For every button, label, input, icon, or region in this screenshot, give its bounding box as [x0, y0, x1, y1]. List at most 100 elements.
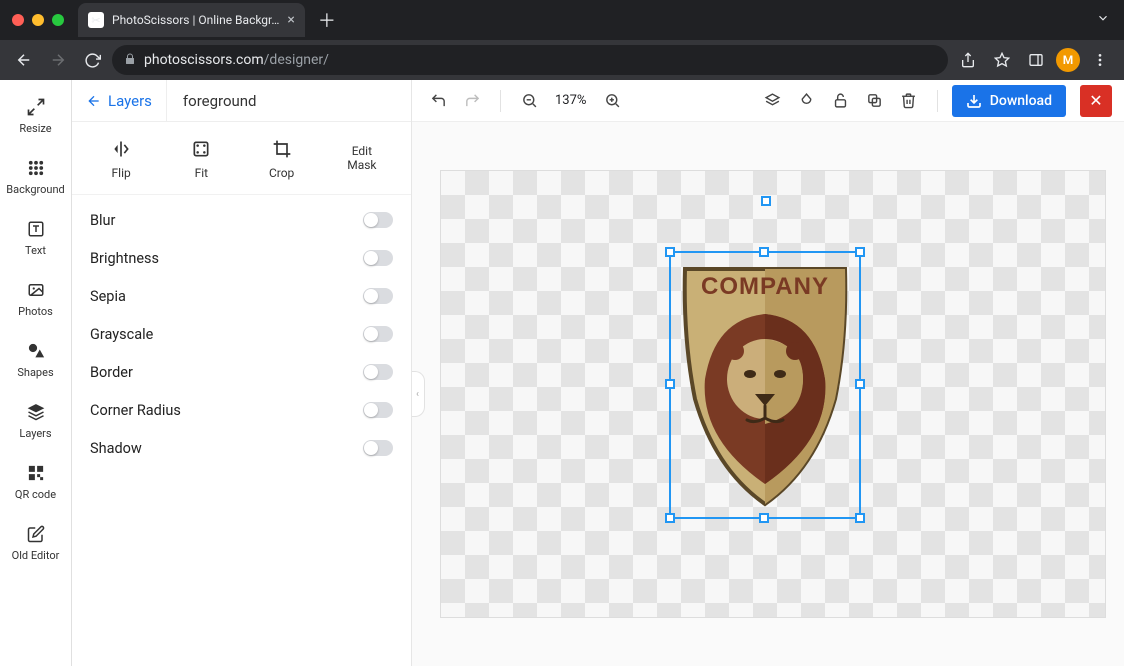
address-bar[interactable]: photoscissors.com/designer/ — [112, 45, 948, 75]
kebab-menu-icon[interactable] — [1086, 46, 1114, 74]
tab-favicon-icon: ✂︎ — [88, 12, 104, 28]
new-tab-button[interactable]: ＋ — [313, 6, 341, 34]
redo-button — [458, 87, 486, 115]
window-zoom-icon[interactable] — [52, 14, 64, 26]
opacity-icon[interactable] — [793, 87, 821, 115]
resize-handle[interactable] — [855, 247, 865, 257]
rail-item-layers[interactable]: Layers — [0, 391, 71, 452]
switch-row-corner: Corner Radius — [90, 391, 393, 429]
toggle-grayscale[interactable] — [363, 326, 393, 342]
grid-icon — [25, 157, 47, 179]
switch-list: Blur Brightness Sepia Grayscale Border C… — [72, 195, 411, 473]
tabstrip-expand-icon[interactable] — [1096, 11, 1110, 29]
rail-label: Layers — [19, 427, 51, 440]
back-to-layers-button[interactable]: Layers — [72, 80, 167, 121]
rail-item-text[interactable]: Text — [0, 208, 71, 269]
window-controls — [12, 14, 64, 26]
switch-label: Blur — [90, 212, 115, 229]
switch-label: Shadow — [90, 440, 142, 457]
rail-label: Shapes — [17, 366, 53, 379]
resize-icon — [25, 96, 47, 118]
switch-label: Sepia — [90, 288, 126, 305]
toggle-corner[interactable] — [363, 402, 393, 418]
canvas-stage[interactable]: COMPANY — [440, 170, 1106, 618]
action-label: Edit Mask — [347, 144, 376, 173]
zoom-out-button[interactable] — [515, 87, 543, 115]
window-close-icon[interactable] — [12, 14, 24, 26]
resize-handle[interactable] — [855, 513, 865, 523]
text-icon — [25, 218, 47, 240]
undo-button[interactable] — [424, 87, 452, 115]
browser-toolbar: photoscissors.com/designer/ M — [0, 40, 1124, 80]
download-button[interactable]: Download — [952, 85, 1066, 117]
resize-handle[interactable] — [665, 247, 675, 257]
nav-forward-button — [44, 46, 72, 74]
layers-stack-icon[interactable] — [759, 87, 787, 115]
rail-item-background[interactable]: Background — [0, 147, 71, 208]
edit-icon — [25, 523, 47, 545]
rail-item-photos[interactable]: Photos — [0, 269, 71, 330]
delete-icon[interactable] — [895, 87, 923, 115]
toggle-sepia[interactable] — [363, 288, 393, 304]
browser-tab[interactable]: ✂︎ PhotoScissors | Online Backgr… × — [78, 3, 305, 37]
rail-item-shapes[interactable]: Shapes — [0, 330, 71, 391]
switch-row-sepia: Sepia — [90, 277, 393, 315]
nav-reload-button[interactable] — [78, 46, 106, 74]
layer-name-label: foreground — [167, 92, 273, 110]
share-icon[interactable] — [954, 46, 982, 74]
flip-icon — [111, 138, 131, 160]
layers-icon — [25, 401, 47, 423]
switch-row-shadow: Shadow — [90, 429, 393, 467]
toggle-shadow[interactable] — [363, 440, 393, 456]
close-button[interactable]: ✕ — [1080, 85, 1112, 117]
switch-row-brightness: Brightness — [90, 239, 393, 277]
panel-actions: Flip Fit Crop Edit Mask — [72, 122, 411, 195]
lock-icon — [124, 53, 136, 68]
rotation-handle[interactable] — [761, 196, 771, 206]
window-minimize-icon[interactable] — [32, 14, 44, 26]
zoom-in-button[interactable] — [598, 87, 626, 115]
toggle-brightness[interactable] — [363, 250, 393, 266]
action-edit-mask[interactable]: Edit Mask — [325, 134, 399, 184]
action-flip[interactable]: Flip — [84, 134, 158, 184]
action-crop[interactable]: Crop — [245, 134, 319, 184]
side-panel-icon[interactable] — [1022, 46, 1050, 74]
rail-label: Text — [25, 244, 46, 257]
rail-item-resize[interactable]: Resize — [0, 86, 71, 147]
toggle-border[interactable] — [363, 364, 393, 380]
panel-collapse-handle[interactable]: ‹ — [412, 371, 425, 417]
canvas-toolbar: 137% — [412, 80, 1124, 122]
resize-handle[interactable] — [665, 379, 675, 389]
shapes-icon — [25, 340, 47, 362]
lock-icon[interactable] — [827, 87, 855, 115]
toggle-blur[interactable] — [363, 212, 393, 228]
resize-handle[interactable] — [759, 513, 769, 523]
tab-close-icon[interactable]: × — [287, 12, 294, 28]
resize-handle[interactable] — [759, 247, 769, 257]
rail-item-qrcode[interactable]: QR code — [0, 452, 71, 513]
canvas-area: 137% — [412, 80, 1124, 666]
fit-icon — [191, 138, 211, 160]
switch-row-border: Border — [90, 353, 393, 391]
qrcode-icon — [25, 462, 47, 484]
resize-handle[interactable] — [665, 513, 675, 523]
resize-handle[interactable] — [855, 379, 865, 389]
zoom-level: 137% — [549, 93, 592, 108]
action-fit[interactable]: Fit — [164, 134, 238, 184]
switch-label: Brightness — [90, 250, 159, 267]
duplicate-icon[interactable] — [861, 87, 889, 115]
action-label: Crop — [269, 166, 294, 180]
editor-app: Resize Background Text Photos Shapes — [0, 80, 1124, 666]
panel-header: Layers foreground — [72, 80, 411, 122]
left-rail: Resize Background Text Photos Shapes — [0, 80, 72, 666]
rail-item-oldeditor[interactable]: Old Editor — [0, 513, 71, 574]
crop-icon — [272, 138, 292, 160]
selection-box-inner[interactable] — [669, 251, 861, 519]
stage-wrapper: ‹ — [412, 122, 1124, 666]
bookmark-icon[interactable] — [988, 46, 1016, 74]
browser-chrome: ✂︎ PhotoScissors | Online Backgr… × ＋ ph… — [0, 0, 1124, 80]
profile-avatar[interactable]: M — [1056, 48, 1080, 72]
back-label: Layers — [108, 92, 152, 110]
nav-back-button[interactable] — [10, 46, 38, 74]
switch-row-grayscale: Grayscale — [90, 315, 393, 353]
